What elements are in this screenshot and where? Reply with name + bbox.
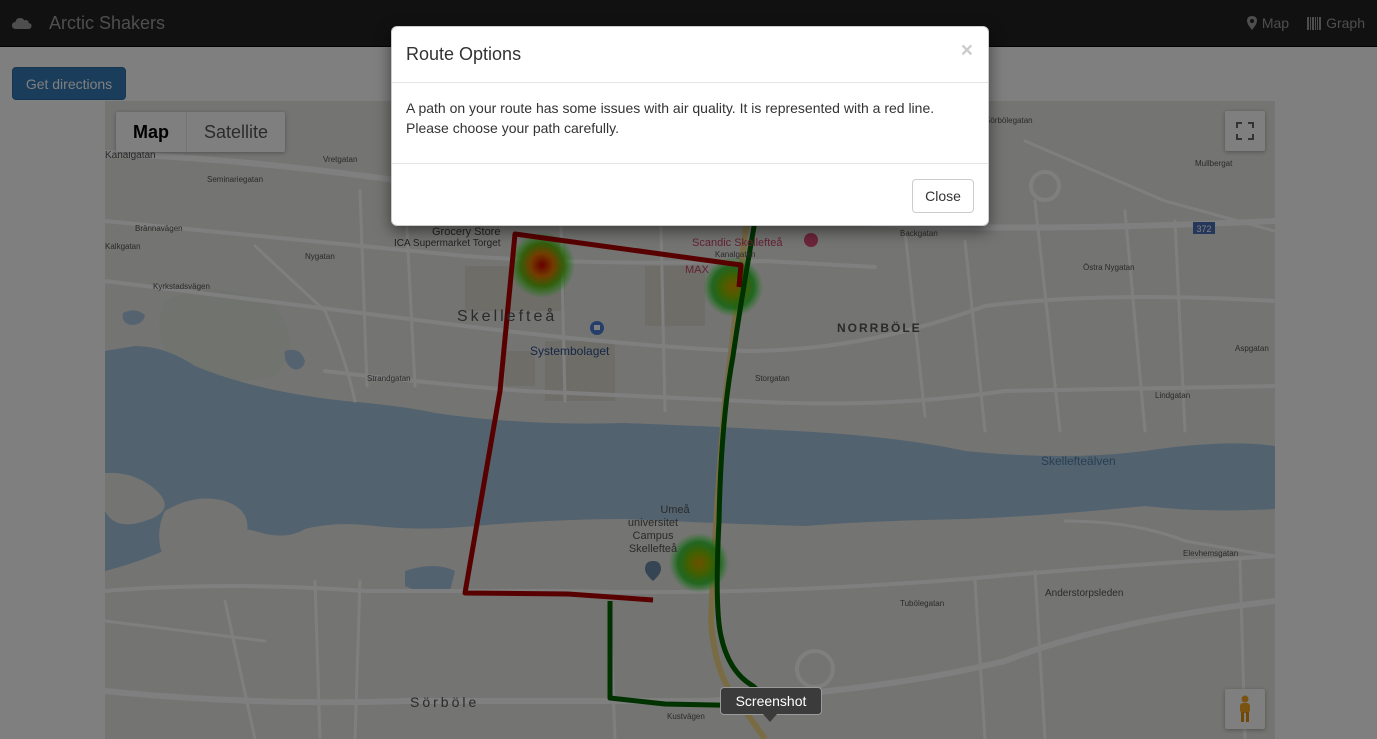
modal-close-icon[interactable]: × (961, 40, 973, 61)
modal-title: Route Options (406, 44, 522, 64)
modal-header: Route Options × (392, 27, 988, 83)
modal-footer: Close (392, 164, 988, 226)
modal-close-button[interactable]: Close (912, 179, 974, 213)
modal-body: A path on your route has some issues wit… (392, 83, 988, 164)
route-options-modal: Route Options × A path on your route has… (391, 26, 989, 226)
screenshot-tooltip: Screenshot (720, 687, 822, 715)
tooltip-arrow (763, 714, 777, 722)
